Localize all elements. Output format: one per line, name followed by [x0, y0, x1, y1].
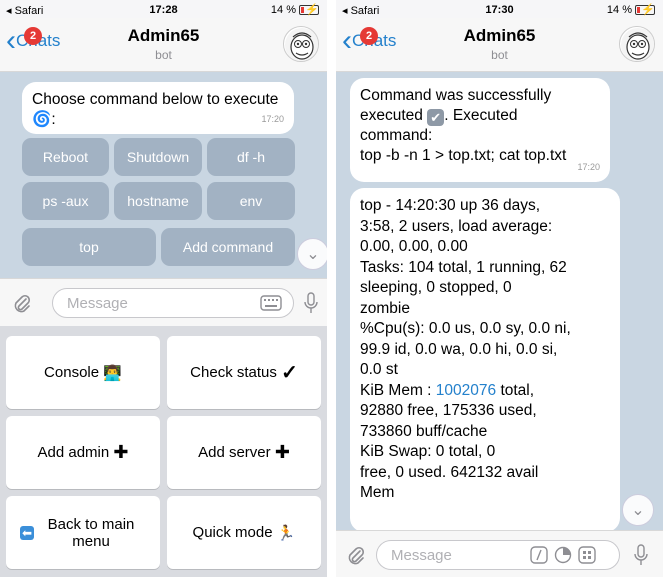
inline-button-hostname[interactable]: hostname	[114, 182, 202, 220]
output-line: 3:58, 2 users, load average:	[360, 217, 553, 235]
battery-percent: 14 %	[270, 4, 296, 16]
scroll-down-button[interactable]: ⌄	[622, 494, 654, 526]
add-admin-button[interactable]: Add admin ✚	[6, 416, 160, 489]
check-status-label: Check status	[190, 364, 277, 381]
message-suffix: :	[51, 111, 56, 128]
nav-bar: ‹ Chats 2 Admin65 bot	[336, 18, 663, 72]
output-line: 92880 free, 175336 used,	[360, 402, 537, 419]
chat-subtitle: bot	[491, 48, 508, 62]
chat-area[interactable]: Choose command below to execute 🌀: 17:20…	[0, 72, 327, 278]
plus-icon: ✚	[274, 442, 290, 462]
chat-title: Admin65	[463, 26, 536, 45]
battery-icon: ⚡	[635, 4, 655, 16]
timer-icon[interactable]	[554, 546, 572, 568]
battery-indicator: 14 % ⚡	[607, 4, 655, 16]
chat-subtitle: bot	[155, 48, 172, 62]
inline-button-add-command[interactable]: Add command	[161, 228, 295, 266]
output-line: 733860 buff/cache	[360, 422, 488, 440]
add-server-button[interactable]: Add server ✚	[167, 416, 321, 489]
message-line: Command was successfully	[360, 87, 552, 104]
battery-icon: ⚡	[299, 4, 319, 16]
message-time: 17:20	[577, 162, 600, 172]
output-line: Tasks: 104 total, 1 running, 62	[360, 258, 567, 276]
output-line: free, 0 used. 642132 avail	[360, 463, 539, 481]
output-line: 0.00, 0.00, 0.00	[360, 238, 468, 255]
attach-icon[interactable]	[346, 545, 366, 571]
quick-mode-button[interactable]: Quick mode 🏃	[167, 496, 321, 569]
back-to-main-menu-label: Back to main menu	[47, 515, 135, 550]
slash-command-icon[interactable]	[530, 546, 548, 568]
output-line: KiB Swap: 0 total, 0	[360, 443, 496, 460]
output-line: zombie	[360, 299, 410, 317]
add-admin-label: Add admin	[37, 444, 110, 461]
bot-avatar[interactable]	[283, 26, 319, 62]
input-bar: Message	[0, 278, 327, 326]
right-screen: ◂ Safari 17:30 14 % ⚡ ‹ Chats 2 Admin65 …	[336, 0, 663, 577]
top-output-bubble: top - 14:20:30 up 36 days, 3:58, 2 users…	[350, 188, 620, 530]
message-line: top -b -n 1 > top.txt; cat top.txt	[360, 147, 567, 164]
message-text: Choose command below to execute	[32, 91, 279, 108]
message-placeholder: Message	[67, 295, 128, 312]
add-server-label: Add server	[198, 444, 271, 461]
message-input[interactable]: Message	[52, 288, 294, 318]
output-line: 0.0 st	[360, 361, 398, 378]
check-icon: ✓	[281, 362, 298, 384]
inline-button-reboot[interactable]: Reboot	[22, 138, 109, 176]
microphone-icon[interactable]	[634, 543, 648, 571]
output-line: top - 14:20:30 up 36 days,	[360, 197, 541, 214]
chevron-down-icon: ⌄	[306, 246, 320, 263]
attach-icon[interactable]	[12, 293, 32, 319]
inline-button-env[interactable]: env	[207, 182, 295, 220]
check-status-button[interactable]: Check status ✓	[167, 336, 321, 409]
sticker-icon[interactable]	[578, 546, 596, 568]
status-bar: ◂ Safari 17:30 14 % ⚡	[336, 0, 663, 20]
runner-emoji: 🏃	[276, 524, 296, 542]
message-time: 17:20	[261, 114, 284, 124]
technologist-emoji: 👨‍💻	[103, 364, 122, 382]
battery-percent: 14 %	[606, 4, 632, 16]
microphone-icon[interactable]	[304, 291, 318, 319]
input-bar: Message	[336, 530, 663, 577]
chat-area[interactable]: Command was successfully executed ✔. Exe…	[336, 72, 663, 530]
message-bubble: Choose command below to execute 🌀: 17:20	[22, 82, 294, 134]
status-bar: ◂ Safari 17:28 14 % ⚡	[0, 0, 327, 20]
back-arrow-icon: ⬅	[19, 525, 35, 540]
chevron-down-icon: ⌄	[631, 502, 645, 519]
quick-mode-label: Quick mode	[192, 524, 273, 541]
bot-avatar[interactable]	[619, 26, 655, 62]
number-link[interactable]: 1002076	[436, 382, 496, 399]
check-box-icon: ✔	[427, 109, 445, 126]
inline-button-df[interactable]: df -h	[207, 138, 295, 176]
output-line: %Cpu(s): 0.0 us, 0.0 sy, 0.0 ni,	[360, 320, 571, 337]
console-button[interactable]: Console 👨‍💻	[6, 336, 160, 409]
inline-button-shutdown[interactable]: Shutdown	[114, 138, 202, 176]
keyboard-icon[interactable]	[260, 294, 282, 316]
left-screen: ◂ Safari 17:28 14 % ⚡ ‹ Chats 2 Admin65 …	[0, 0, 327, 577]
chat-title: Admin65	[127, 26, 200, 45]
nav-bar: ‹ Chats 2 Admin65 bot	[0, 18, 327, 72]
spiral-emoji: 🌀	[32, 111, 52, 128]
reply-keyboard: Console 👨‍💻 Check status ✓ Add admin ✚ A…	[0, 326, 327, 577]
message-line: command:	[360, 127, 433, 144]
message-placeholder: Message	[391, 547, 452, 564]
scroll-down-button[interactable]: ⌄	[297, 238, 327, 270]
battery-indicator: 14 % ⚡	[271, 4, 319, 16]
inline-button-ps[interactable]: ps -aux	[22, 182, 109, 220]
console-label: Console	[44, 364, 100, 381]
output-line: Mem	[360, 484, 395, 501]
message-line: executed ✔. Executed	[360, 107, 518, 126]
plus-icon: ✚	[113, 442, 129, 462]
output-line: 99.9 id, 0.0 wa, 0.0 hi, 0.0 si,	[360, 340, 558, 358]
output-line: KiB Mem : 1002076 total,	[360, 381, 535, 399]
back-to-main-menu-button[interactable]: ⬅ Back to main menu	[6, 496, 160, 569]
inline-button-top[interactable]: top	[22, 228, 156, 266]
output-line: sleeping, 0 stopped, 0	[360, 279, 512, 296]
message-bubble: Command was successfully executed ✔. Exe…	[350, 78, 610, 182]
